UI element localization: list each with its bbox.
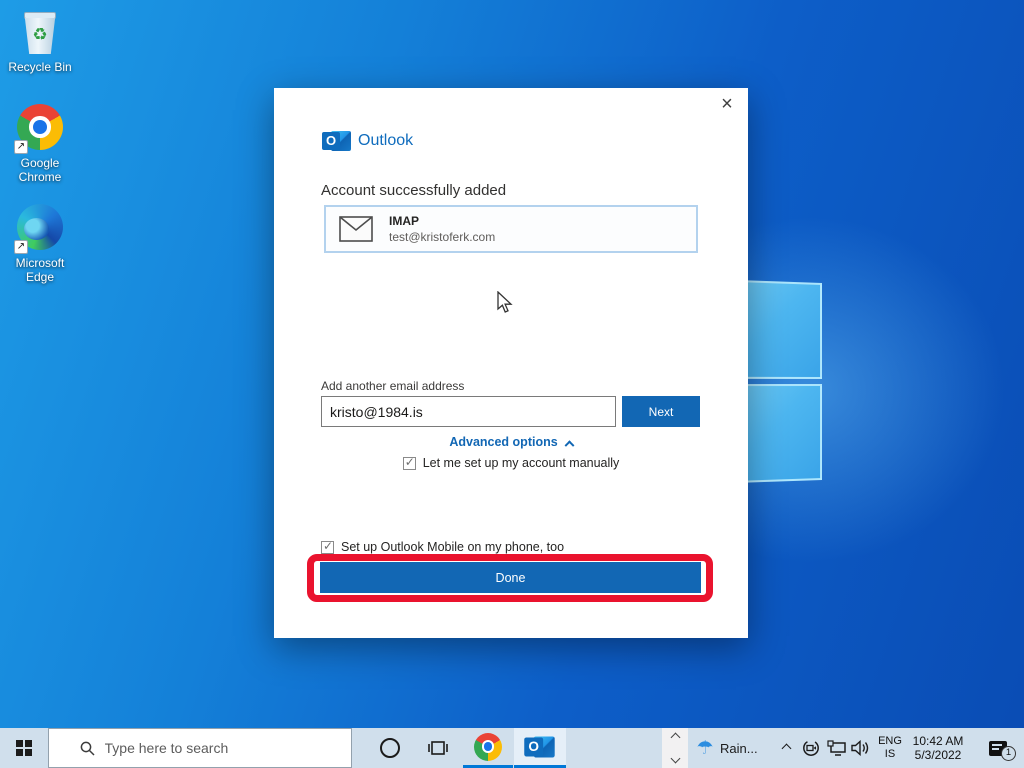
- task-view-button[interactable]: [416, 728, 460, 768]
- add-email-label: Add another email address: [321, 379, 464, 393]
- icon-label: Microsoft Edge: [0, 256, 80, 284]
- dialog-heading: Account successfully added: [321, 182, 506, 199]
- volume-button[interactable]: [847, 728, 874, 768]
- recycle-glyph: ♻: [16, 25, 64, 45]
- chevron-up-icon: [564, 440, 574, 450]
- volume-icon: [851, 740, 871, 756]
- action-center-icon: 1: [989, 741, 1007, 756]
- taskbar-chrome-button[interactable]: [463, 728, 513, 768]
- manual-setup-checkbox-row[interactable]: ✓ Let me set up my account manually: [274, 456, 748, 470]
- outlook-icon: O: [524, 733, 556, 760]
- outlook-logo-icon: O: [322, 128, 352, 154]
- umbrella-glyph: ☂: [696, 737, 713, 760]
- outlook-brand: O Outlook: [322, 128, 413, 154]
- icon-label: Recycle Bin: [0, 60, 80, 74]
- account-email: test@kristoferk.com: [389, 230, 495, 244]
- meet-now-button[interactable]: [799, 728, 823, 768]
- network-button[interactable]: [824, 728, 849, 768]
- mouse-cursor: [497, 291, 517, 315]
- shortcut-arrow-icon: ↗: [14, 240, 28, 254]
- chrome-icon: [474, 733, 502, 761]
- keyboard-layout: IS: [885, 748, 895, 761]
- language-code: ENG: [878, 735, 902, 748]
- shortcut-arrow-icon: ↗: [14, 140, 28, 154]
- weather-icon[interactable]: ☂: [690, 728, 720, 768]
- edge-icon: ↗: [16, 204, 64, 252]
- weather-label[interactable]: Rain...: [720, 728, 772, 768]
- scroll-up-icon[interactable]: [670, 733, 680, 743]
- chrome-icon: ↗: [16, 104, 64, 152]
- weather-text: Rain...: [720, 741, 758, 756]
- show-hidden-icons-button[interactable]: [775, 728, 797, 768]
- checkbox-label: Let me set up my account manually: [423, 456, 620, 470]
- cortana-button[interactable]: [368, 728, 412, 768]
- search-input[interactable]: [105, 740, 335, 756]
- done-button[interactable]: Done: [320, 562, 701, 593]
- envelope-icon: [339, 216, 373, 242]
- desktop-icon-google-chrome[interactable]: ↗ Google Chrome: [0, 104, 80, 184]
- advanced-options-link[interactable]: Advanced options: [274, 435, 748, 449]
- meet-now-icon: [802, 739, 820, 757]
- clock[interactable]: 10:42 AM 5/3/2022: [906, 728, 970, 768]
- outlook-mobile-checkbox-row[interactable]: ✓ Set up Outlook Mobile on my phone, too: [321, 540, 564, 554]
- next-button[interactable]: Next: [622, 396, 700, 427]
- language-indicator[interactable]: ENG IS: [874, 728, 906, 768]
- desktop: ♻ Recycle Bin ↗ Google Chrome ↗ Microsof…: [0, 0, 1024, 768]
- task-view-icon: [428, 740, 448, 756]
- checkbox-label: Set up Outlook Mobile on my phone, too: [341, 540, 564, 554]
- clock-date: 5/3/2022: [915, 748, 962, 762]
- scroll-down-icon[interactable]: [670, 754, 680, 764]
- recycle-bin-icon: ♻: [16, 8, 64, 56]
- added-account-card: IMAP test@kristoferk.com: [324, 205, 698, 253]
- windows-start-icon: [16, 740, 32, 756]
- start-button[interactable]: [0, 728, 48, 768]
- taskbar: O ☂ Rain...: [0, 728, 1024, 768]
- desktop-icon-recycle-bin[interactable]: ♻ Recycle Bin: [0, 8, 80, 74]
- email-input[interactable]: [321, 396, 616, 427]
- account-protocol: IMAP: [389, 214, 495, 228]
- action-center-button[interactable]: 1: [972, 728, 1024, 768]
- cortana-icon: [380, 738, 400, 758]
- checkbox-checked[interactable]: ✓: [403, 457, 416, 470]
- taskbar-search[interactable]: [48, 728, 352, 768]
- search-icon: [80, 741, 95, 756]
- checkbox-checked[interactable]: ✓: [321, 541, 334, 554]
- icon-label: Google Chrome: [0, 156, 80, 184]
- taskbar-outlook-button[interactable]: O: [514, 728, 566, 768]
- clock-time: 10:42 AM: [913, 734, 964, 748]
- close-button[interactable]: ×: [715, 93, 739, 117]
- desktop-icon-microsoft-edge[interactable]: ↗ Microsoft Edge: [0, 204, 80, 284]
- taskbar-scroll-control[interactable]: [662, 728, 688, 768]
- dialog-app-name: Outlook: [358, 132, 413, 150]
- outlook-setup-dialog: × O Outlook Account successfully added I…: [274, 88, 748, 638]
- network-icon: [827, 740, 846, 756]
- advanced-options-label: Advanced options: [449, 435, 557, 449]
- notification-badge: 1: [1001, 746, 1016, 761]
- chevron-up-icon: [781, 743, 791, 753]
